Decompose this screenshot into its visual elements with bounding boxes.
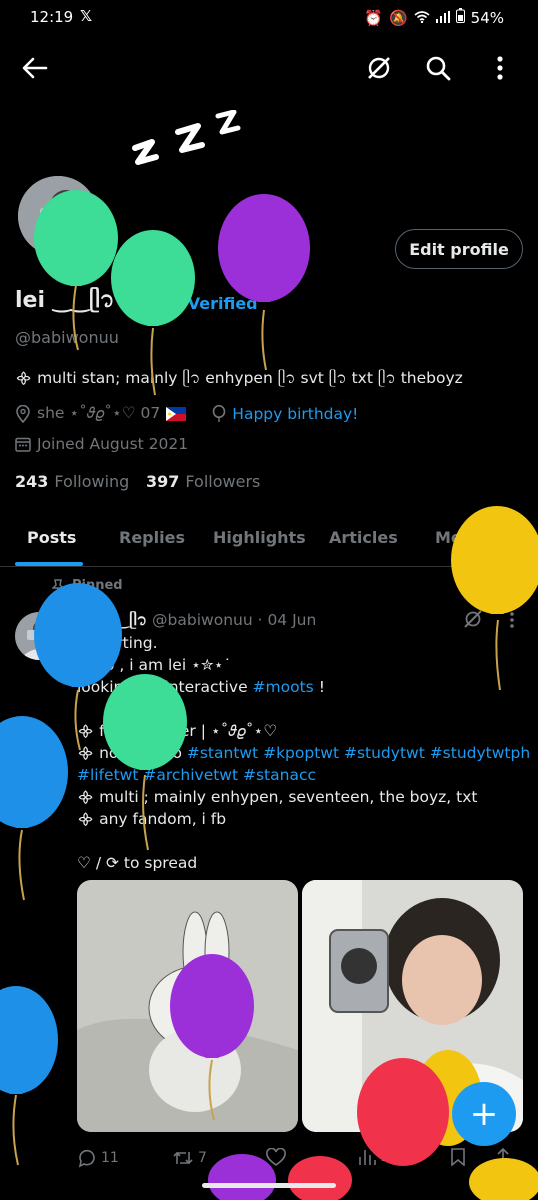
hashtag-group-2[interactable]: #lifetwt #archivetwt #stanacc (77, 764, 316, 786)
profile-location: she ⋆˚𝜗𝜚˚⋆♡ 07 (37, 404, 161, 422)
views-icon (359, 1150, 376, 1165)
tab-highlights[interactable]: Highlights (213, 528, 306, 547)
balloon-icon (288, 1156, 352, 1200)
post-avatar-photo (15, 612, 63, 660)
alarm-icon: ⏰ (364, 8, 383, 27)
get-verified-link[interactable]: Get Verified (151, 294, 258, 313)
grok-icon (368, 57, 390, 79)
compose-button[interactable]: + (452, 1082, 516, 1146)
post-line-3-end: ! (313, 678, 325, 696)
reply-icon (78, 1149, 95, 1168)
post-image-1[interactable] (77, 880, 298, 1132)
following-count: 243 (15, 472, 49, 491)
sleep-zzz-icon (132, 110, 241, 165)
more-vertical-icon (497, 56, 503, 80)
followers-label: Followers (185, 472, 261, 491)
birthday-link[interactable]: Happy birthday! (232, 405, 358, 423)
tab-replies[interactable]: Replies (119, 528, 185, 547)
post-line-4: ᯽ filo | she her | ⋆˚𝜗𝜚˚⋆♡ (77, 722, 278, 740)
location-row: she ⋆˚𝜗𝜚˚⋆♡ 07 Happy birthday! (15, 404, 358, 423)
bookmark-icon (451, 1148, 465, 1166)
post-line-3: looking for interactive #moots ! (77, 676, 325, 698)
share-button[interactable] (494, 1148, 512, 1166)
like-button[interactable] (266, 1148, 286, 1166)
tab-articles[interactable]: Articles (329, 528, 398, 547)
post-line-5-text: ᯽ not new to (77, 744, 187, 762)
like-icon (266, 1148, 286, 1166)
post-line-5: ᯽ not new to #stantwt #kpoptwt #studytwt… (77, 742, 530, 764)
home-indicator (202, 1183, 336, 1188)
wifi-icon (414, 9, 430, 27)
grok-button[interactable] (359, 48, 399, 88)
profile-name: lei ‿‿ᥫ᭡ (15, 288, 115, 313)
status-bar: 12:19 𝕏 ⏰ 🔕 54% (0, 0, 538, 36)
location-icon (16, 404, 30, 423)
search-icon (426, 56, 451, 81)
post-line-2: hello , i am lei ⋆✮⋆˙ (77, 656, 232, 674)
reply-button[interactable]: 11 (77, 1148, 119, 1168)
repost-button[interactable]: 7 (172, 1148, 207, 1168)
joined-row: Joined August 2021 (15, 435, 188, 453)
tab-posts[interactable]: Posts (27, 528, 76, 547)
plus-icon: + (469, 1094, 499, 1134)
post-handle-date: @babiwonuu · 04 Jun (152, 611, 317, 629)
pinned-label: Pinned (72, 578, 123, 593)
balloon-icon (0, 986, 58, 1166)
post-line-9: ♡ / ⟳ to spread (77, 854, 198, 872)
followers-count: 397 (146, 472, 180, 491)
hashtag-moots[interactable]: #moots (253, 678, 314, 696)
profile-tabs: Posts Replies Highlights Articles Media (0, 515, 538, 567)
back-arrow-icon (22, 57, 48, 79)
views-count: 1K (380, 1149, 399, 1165)
x-logo-icon: 𝕏 (80, 7, 93, 25)
back-button[interactable] (15, 48, 55, 88)
post-line-8: ᯽ any fandom, i fb (77, 810, 227, 828)
reply-count: 11 (101, 1150, 119, 1166)
post-line-1: restarting. (77, 634, 158, 652)
views-button[interactable]: 1K (358, 1148, 398, 1166)
bookmark-button[interactable] (450, 1148, 466, 1166)
avatar-photo (18, 176, 98, 256)
more-button[interactable] (480, 48, 520, 88)
repost-icon (173, 1151, 193, 1165)
post-more-icon[interactable] (509, 611, 515, 629)
plush-bunny-photo (77, 880, 298, 1132)
balloon-icon (0, 716, 68, 901)
post-line-3-text: looking for interactive (77, 678, 253, 696)
following-link[interactable]: 243 Following (15, 472, 129, 491)
status-icons: ⏰ 🔕 54% (364, 8, 504, 27)
share-icon (495, 1148, 511, 1166)
followers-link[interactable]: 397 Followers (146, 472, 260, 491)
mute-icon: 🔕 (388, 8, 408, 27)
battery-level: 54% (470, 8, 504, 27)
post-grok-icon[interactable] (463, 609, 483, 629)
profile-handle: @babiwonuu (15, 328, 119, 347)
repost-count: 7 (198, 1150, 207, 1166)
search-button[interactable] (418, 48, 458, 88)
verified-badge-icon: ✓ (122, 293, 143, 313)
profile-bio: ᯽ multi stan; mainly ᥫ᭡ enhypen ᥫ᭡ svt ᥫ… (15, 369, 463, 387)
battery-icon (455, 8, 465, 27)
active-tab-indicator (15, 562, 83, 566)
post-avatar[interactable] (15, 612, 63, 660)
profile-avatar[interactable] (15, 173, 101, 259)
pinned-label-row: Pinned (52, 578, 123, 593)
profile-name-row: lei ‿‿ᥫ᭡ ✓ Get Verified (15, 283, 258, 323)
tab-media[interactable]: Media (435, 528, 490, 547)
philippines-flag-icon (166, 406, 187, 421)
post-author[interactable]: lei ‿‿ᥫ᭡ (77, 611, 147, 629)
pin-icon (52, 578, 64, 592)
balloon-icon (212, 404, 226, 422)
joined-date: Joined August 2021 (37, 435, 189, 453)
signal-icon (435, 9, 450, 27)
post-line-7: ᯽ multi ; mainly enhypen, seventeen, the… (77, 788, 478, 806)
following-label: Following (54, 472, 130, 491)
status-time: 12:19 (30, 8, 74, 26)
balloon-icon (218, 194, 310, 371)
edit-profile-button[interactable]: Edit profile (395, 229, 523, 269)
hashtag-group-1[interactable]: #stantwt #kpoptwt #studytwt #studytwtph (187, 744, 530, 762)
calendar-icon (15, 437, 31, 452)
